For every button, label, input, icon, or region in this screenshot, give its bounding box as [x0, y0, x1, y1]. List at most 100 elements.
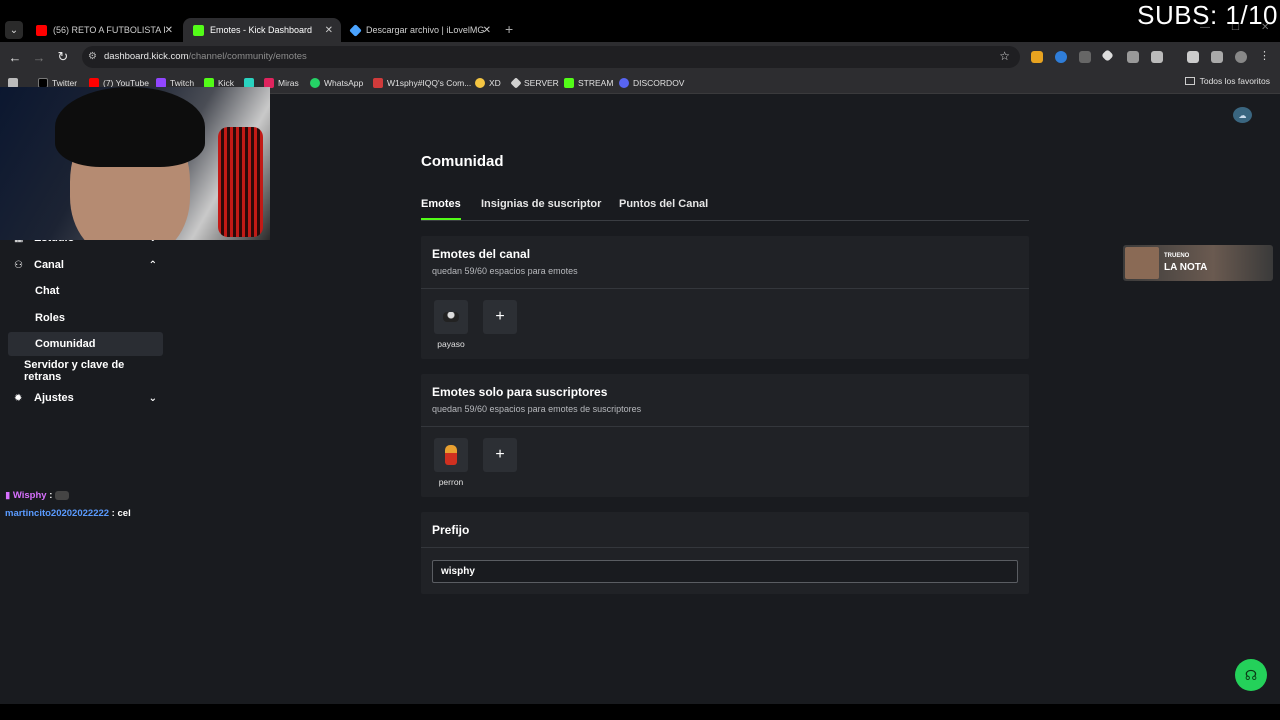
card-title: Emotes solo para suscriptores [432, 385, 608, 399]
bookmark-community[interactable]: W1sphy#IQQ's Com... [373, 76, 471, 90]
server-icon [510, 77, 522, 89]
extension-screen-icon[interactable] [1127, 51, 1139, 63]
diamond-icon [349, 23, 362, 37]
sidebar-item-community[interactable]: Comunidad [8, 332, 163, 356]
emote-label: perron [438, 477, 464, 487]
tab-title: Emotes - Kick Dashboard [210, 25, 313, 35]
prefix-card: Prefijo [421, 512, 1029, 594]
close-tab-icon[interactable]: ✕ [325, 25, 333, 36]
tab-title: (56) RETO A FUTBOLISTA PROF [53, 25, 165, 35]
promo-overlay: TRUENO LA NOTA [1123, 245, 1273, 281]
promo-thumbnail [1125, 247, 1159, 279]
bookmark-whatsapp[interactable]: WhatsApp [310, 76, 363, 90]
extension-star-icon[interactable] [1079, 51, 1091, 63]
forward-arrow-icon[interactable]: → [30, 48, 48, 66]
back-arrow-icon[interactable]: ← [6, 48, 24, 66]
community-icon [373, 78, 383, 88]
browser-tab-ilovemg[interactable]: Descargar archivo | iLovelMG ✕ [341, 18, 499, 42]
whatsapp-icon [310, 78, 320, 88]
plus-icon: + [495, 308, 505, 325]
browser-tabstrip: ⌄ (56) RETO A FUTBOLISTA PROF ✕ Emotes -… [0, 0, 1280, 42]
browser-toolbar: ← → ↻ ⚙ dashboard.kick.com/channel/commu… [0, 42, 1280, 72]
sidebar-item-settings[interactable]: ✹ Ajustes ⌄ [8, 386, 163, 410]
browser-menu-icon[interactable]: ⋮ [1259, 49, 1271, 62]
page-title: Comunidad [421, 153, 504, 170]
close-tab-icon[interactable]: ✕ [165, 25, 173, 36]
close-tab-icon[interactable]: ✕ [483, 25, 491, 36]
youtube-icon [36, 24, 47, 36]
channel-users-icon: ⚇ [14, 259, 23, 271]
add-emote-button[interactable]: + [483, 300, 517, 334]
subs-counter-overlay: SUBS: 1/10 [1137, 0, 1278, 30]
kick-icon [564, 78, 574, 88]
chat-badge-icon: ▮ [5, 490, 11, 501]
subscriber-emotes-card: Emotes solo para suscriptores quedan 59/… [421, 374, 1029, 497]
prefix-input[interactable] [432, 560, 1018, 583]
emote-perron-icon [445, 445, 457, 465]
tab-search-chevron-icon[interactable]: ⌄ [5, 21, 23, 39]
bookmark-xd[interactable]: XD [475, 76, 501, 90]
site-info-icon[interactable]: ⚙ [88, 51, 100, 63]
screen: ⌄ (56) RETO A FUTBOLISTA PROF ✕ Emotes -… [0, 0, 1280, 720]
tab-channel-points[interactable]: Puntos del Canal [619, 198, 708, 220]
tab-emotes[interactable]: Emotes [421, 198, 461, 220]
bookmark-server[interactable]: SERVER [510, 76, 559, 90]
divider [421, 426, 1029, 427]
webcam-overlay [0, 87, 270, 240]
new-tab-plus-icon[interactable]: + [505, 21, 513, 37]
sidebar-item-chat[interactable]: Chat [8, 279, 163, 303]
promo-small-text: TRUENO [1164, 253, 1190, 259]
browser-tab-kick[interactable]: Emotes - Kick Dashboard ✕ [183, 18, 341, 42]
browser-tab-youtube[interactable]: (56) RETO A FUTBOLISTA PROF ✕ [26, 18, 181, 42]
sidebar-item-server-key[interactable]: Servidor y clave de retrans [8, 359, 163, 383]
reload-icon[interactable]: ↻ [54, 48, 72, 66]
address-bar[interactable]: ⚙ dashboard.kick.com/channel/community/e… [82, 46, 1020, 68]
divider [421, 288, 1029, 289]
emote-label: payaso [437, 339, 465, 349]
folder-icon [1184, 77, 1195, 85]
profile-avatar-icon[interactable] [1235, 51, 1247, 63]
extension-diamond-icon[interactable] [1101, 49, 1114, 62]
extensions-puzzle-icon[interactable] [1151, 51, 1163, 63]
add-sub-emote-button[interactable]: + [483, 438, 517, 472]
card-title: Emotes del canal [432, 247, 531, 261]
tab-title: Descargar archivo | iLovelMG [366, 25, 485, 35]
channel-emotes-card: Emotes del canal quedan 59/60 espacios p… [421, 236, 1029, 359]
divider [421, 547, 1029, 548]
headset-icon: ☊ [1244, 666, 1258, 683]
bookmark-star-icon[interactable]: ☆ [999, 49, 1010, 63]
card-subtitle: quedan 59/60 espacios para emotes de sus… [432, 404, 642, 414]
extension-shield-icon[interactable] [1031, 51, 1043, 63]
plus-icon: + [495, 446, 505, 463]
all-bookmarks[interactable]: Todos los favoritos [1184, 76, 1270, 86]
card-subtitle: quedan 59/60 espacios para emotes [432, 266, 578, 276]
sidebar-item-channel[interactable]: ⚇ Canal ⌃ [8, 253, 163, 277]
bottom-bar [0, 704, 1280, 720]
emote-payaso-icon [443, 312, 459, 322]
promo-big-text: LA NOTA [1164, 262, 1208, 273]
download-icon[interactable] [1187, 51, 1199, 63]
emoji-icon [475, 78, 485, 88]
discord-icon [619, 78, 629, 88]
chat-emote-icon [55, 490, 70, 500]
gear-icon: ✹ [14, 392, 23, 404]
community-tabs: Emotes Insignias de suscriptor Puntos de… [421, 196, 1029, 221]
reading-list-icon[interactable] [1211, 51, 1223, 63]
url-text: dashboard.kick.com/channel/community/emo… [104, 51, 307, 62]
emote-payaso[interactable] [434, 300, 468, 334]
card-title: Prefijo [432, 523, 470, 537]
emote-perron[interactable] [434, 438, 468, 472]
chevron-down-icon: ⌄ [148, 392, 157, 404]
bookmark-stream[interactable]: STREAM [564, 76, 613, 90]
tab-subscriber-badges[interactable]: Insignias de suscriptor [481, 198, 601, 220]
chevron-up-icon: ⌃ [148, 259, 157, 271]
sidebar-item-roles[interactable]: Roles [8, 306, 163, 330]
streamer-hair [55, 87, 205, 167]
bookmark-discordov[interactable]: DISCORDOV [619, 76, 684, 90]
microphone [218, 127, 263, 237]
extension-blue-icon[interactable] [1055, 51, 1067, 63]
support-chat-button[interactable]: ☊ [1235, 659, 1267, 691]
kick-icon [193, 24, 204, 36]
chat-message: martincito20202022222 : cel [5, 508, 131, 519]
channel-logo-icon: ☁ [1233, 107, 1252, 123]
